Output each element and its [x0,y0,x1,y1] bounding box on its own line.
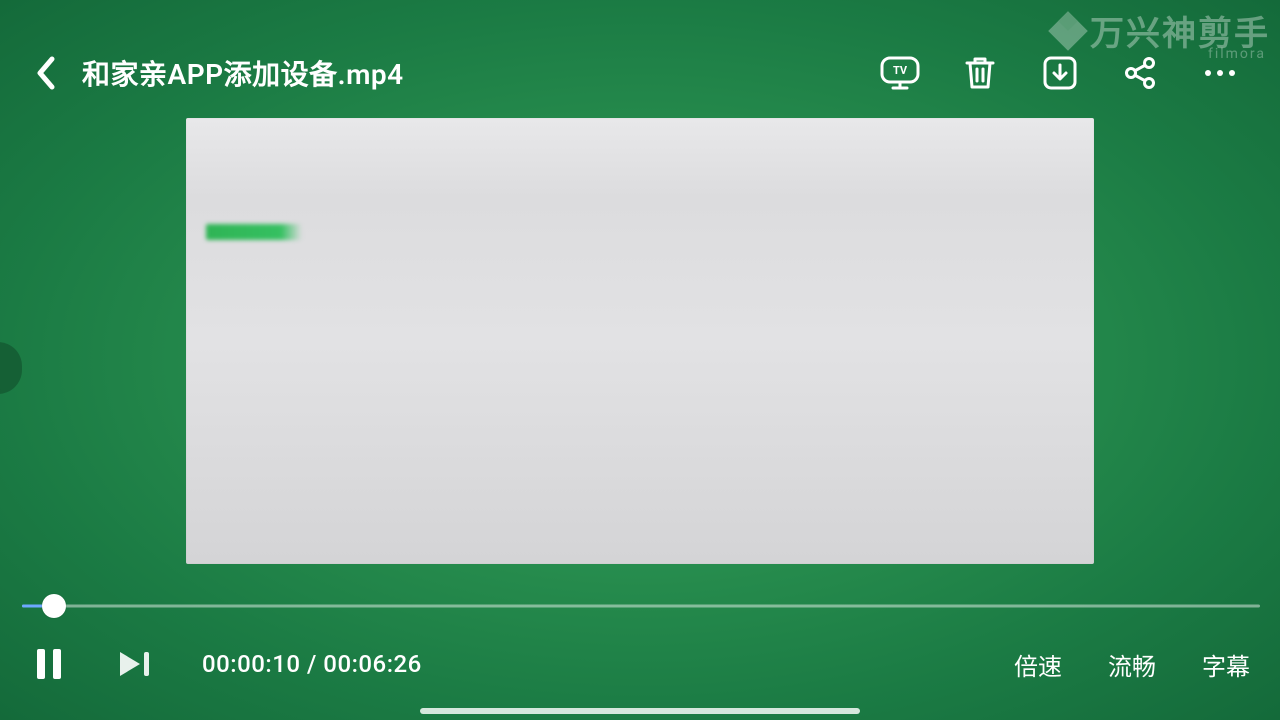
quality-option[interactable]: 流畅 [1108,647,1156,682]
download-button[interactable] [1040,53,1080,93]
player-controls: pause next 00:00:10 / 00:06:26 倍速 流畅 字幕 [28,640,1250,688]
total-time: 00:06:26 [323,650,422,678]
seek-bar[interactable] [22,596,1260,616]
cast-icon: TV [880,56,920,90]
home-indicator [0,708,1280,714]
svg-text:TV: TV [893,64,908,77]
pause-icon [36,648,62,680]
current-time: 00:00:10 [202,650,301,678]
share-icon [1122,55,1158,91]
player-header: 和家亲APP添加设备.mp4 TV [28,44,1240,102]
play-next-icon [118,650,152,678]
trash-icon [963,55,997,91]
video-title: 和家亲APP添加设备.mp4 [82,53,404,93]
seek-track [22,605,1260,608]
share-button[interactable] [1120,53,1160,93]
more-button[interactable] [1200,53,1240,93]
side-pull-tab[interactable] [0,342,22,394]
speed-option[interactable]: 倍速 [1014,647,1062,682]
cast-button[interactable]: TV [880,53,920,93]
back-button[interactable] [28,55,64,91]
pause-button[interactable]: pause [28,643,70,685]
subtitle-option[interactable]: 字幕 [1202,647,1250,682]
delete-button[interactable] [960,53,1000,93]
time-display: 00:00:10 / 00:06:26 [202,650,422,678]
dot-icon [1229,70,1235,76]
video-frame[interactable] [186,118,1094,564]
seek-thumb[interactable] [42,594,66,618]
download-icon [1043,56,1077,90]
dot-icon [1205,70,1211,76]
chevron-left-icon [35,56,57,90]
header-actions: TV [880,53,1240,93]
next-button[interactable]: next [114,643,156,685]
green-blur-element [206,224,302,240]
dot-icon [1217,70,1223,76]
